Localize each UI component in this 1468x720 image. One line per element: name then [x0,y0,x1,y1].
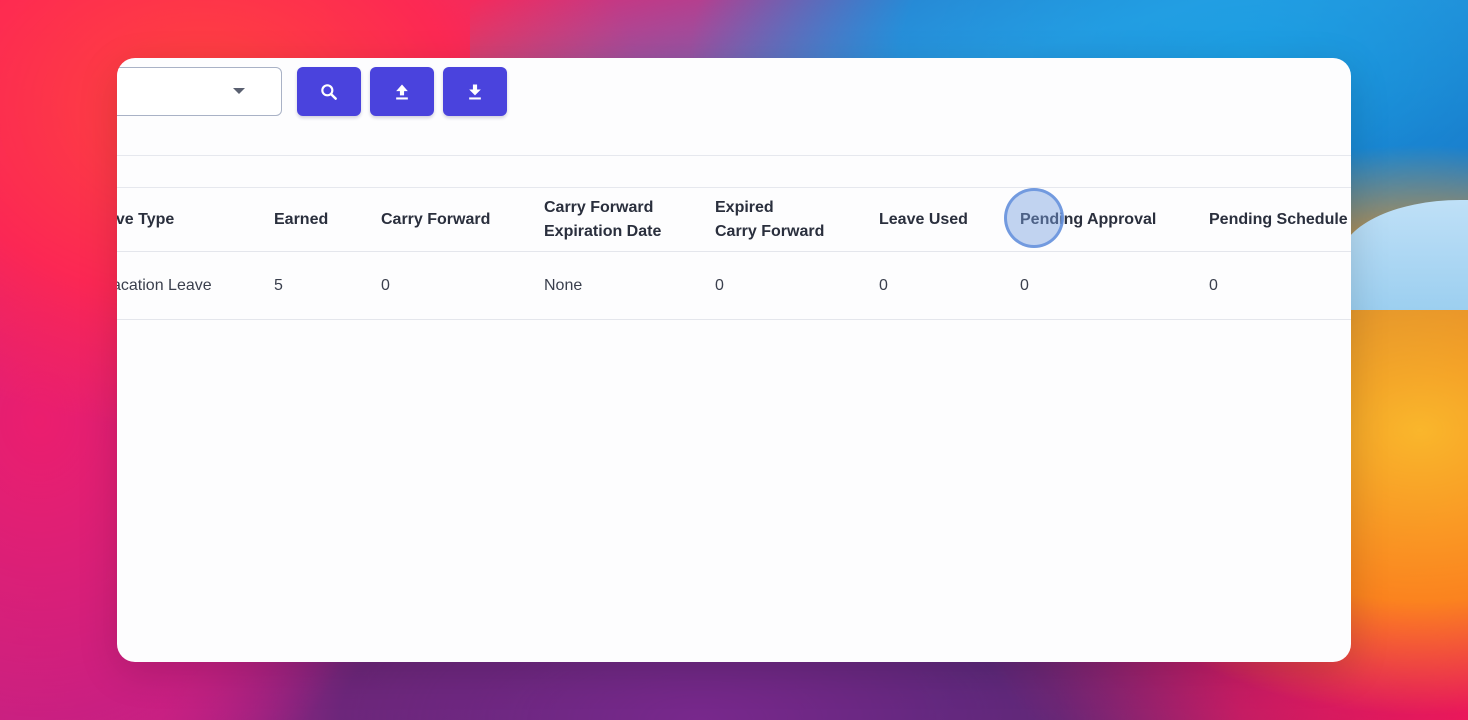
download-icon [469,84,481,99]
cell-earned: 5 [274,277,283,294]
cell-expired-carry-forward: 0 [715,277,724,294]
download-button[interactable] [443,67,507,116]
cell-leave-type: acation Leave [117,277,212,294]
cell-carry-forward-expiration-date: None [544,277,583,294]
header-carry-forward[interactable]: Carry Forward [381,188,490,251]
table-row[interactable]: acation Leave 5 0 None 0 0 0 0 [117,253,1351,320]
leave-balance-window: ave Type Earned Carry Forward Carry Forw… [117,58,1351,662]
cell-pending-approval: 0 [1020,277,1029,294]
header-leave-type[interactable]: ave Type [117,188,174,251]
toolbar [117,58,1351,156]
header-carry-forward-expiration-date[interactable]: Carry Forward Expiration Date [544,188,661,251]
cell-carry-forward: 0 [381,277,390,294]
filter-select[interactable] [117,67,282,116]
chevron-down-icon[interactable] [233,88,245,94]
cell-leave-used: 0 [879,277,888,294]
upload-button[interactable] [370,67,434,116]
header-expired-carry-forward[interactable]: Expired Carry Forward [715,188,824,251]
header-pending-approval[interactable]: Pending Approval [1020,188,1156,251]
cell-pending-schedule: 0 [1209,277,1218,294]
header-pending-schedule[interactable]: Pending Schedule [1209,188,1348,251]
upload-icon [396,84,408,99]
search-button[interactable] [297,67,361,116]
table-header-row: ave Type Earned Carry Forward Carry Forw… [117,188,1351,252]
header-earned[interactable]: Earned [274,188,328,251]
wallpaper-highlight [1340,200,1468,310]
search-icon [321,83,337,100]
header-leave-used[interactable]: Leave Used [879,188,968,251]
toolbar-divider [117,155,1351,156]
